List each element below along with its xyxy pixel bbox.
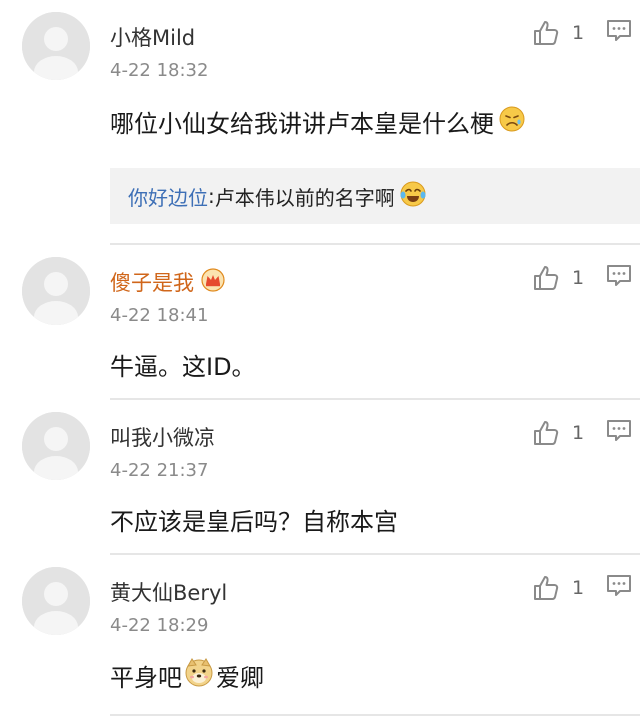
reply-box[interactable]: 你好边位: 卢本伟以前的名字啊 bbox=[110, 168, 640, 224]
avatar[interactable] bbox=[22, 412, 90, 480]
comment-text: 平身吧 爱卿 bbox=[110, 657, 264, 693]
comment-text: 牛逼。这ID。 bbox=[110, 353, 256, 381]
default-avatar-icon bbox=[22, 257, 90, 325]
reply-separator: : bbox=[208, 184, 215, 208]
default-avatar-icon bbox=[22, 567, 90, 635]
comment-actions: 1 bbox=[532, 573, 640, 603]
comment-item: 小格Mild 4-22 18:32 1 哪位小仙女给我讲讲卢本皇是什么梗 你好边… bbox=[0, 0, 640, 245]
sad-face-emoji bbox=[498, 105, 526, 139]
comment-actions: 1 bbox=[532, 263, 640, 293]
avatar[interactable] bbox=[22, 567, 90, 635]
doge-emoji bbox=[184, 657, 214, 693]
crown-badge-icon bbox=[200, 267, 226, 297]
comment-actions: 1 bbox=[532, 18, 640, 48]
thumbs-up-icon bbox=[534, 266, 559, 290]
reply-button[interactable] bbox=[606, 263, 632, 293]
comment-timestamp: 4-22 18:32 bbox=[110, 60, 209, 81]
comment-text: 哪位小仙女给我讲讲卢本皇是什么梗 bbox=[110, 104, 526, 139]
comment-username[interactable]: 黄大仙Beryl bbox=[110, 577, 227, 607]
like-button[interactable]: 1 bbox=[532, 264, 592, 292]
like-count: 1 bbox=[572, 577, 585, 599]
comment-timestamp: 4-22 21:37 bbox=[110, 460, 209, 481]
like-count: 1 bbox=[572, 422, 585, 444]
default-avatar-icon bbox=[22, 12, 90, 80]
comment-actions: 1 bbox=[532, 418, 640, 448]
reply-button[interactable] bbox=[606, 418, 632, 448]
comment-item: 叫我小微凉 4-22 21:37 1 不应该是皇后吗？自称本宫 bbox=[0, 400, 640, 555]
reply-button[interactable] bbox=[606, 573, 632, 603]
laughing-tears-emoji bbox=[399, 180, 427, 213]
comment-bubble-icon bbox=[607, 420, 631, 441]
default-avatar-icon bbox=[22, 412, 90, 480]
comment-timestamp: 4-22 18:29 bbox=[110, 615, 209, 636]
like-button[interactable]: 1 bbox=[532, 419, 592, 447]
avatar[interactable] bbox=[22, 257, 90, 325]
thumbs-up-icon bbox=[534, 21, 559, 45]
comment-bubble-icon bbox=[607, 265, 631, 286]
comment-item: 傻子是我 4-22 18:41 1 牛逼。这ID。 bbox=[0, 245, 640, 400]
avatar[interactable] bbox=[22, 12, 90, 80]
comment-bubble-icon bbox=[607, 575, 631, 596]
like-count: 1 bbox=[572, 22, 585, 44]
comment-username[interactable]: 小格Mild bbox=[110, 22, 195, 52]
thumbs-up-icon bbox=[534, 576, 559, 600]
thumbs-up-icon bbox=[534, 421, 559, 445]
reply-text: 卢本伟以前的名字啊 bbox=[214, 185, 395, 210]
comment-timestamp: 4-22 18:41 bbox=[110, 305, 209, 326]
comment-item: 黄大仙Beryl 4-22 18:29 1 平身吧 爱卿 bbox=[0, 555, 640, 716]
comment-list: 小格Mild 4-22 18:32 1 哪位小仙女给我讲讲卢本皇是什么梗 你好边… bbox=[0, 0, 640, 716]
comment-username[interactable]: 叫我小微凉 bbox=[110, 422, 215, 452]
like-count: 1 bbox=[572, 267, 585, 289]
comment-text: 不应该是皇后吗？自称本宫 bbox=[110, 508, 398, 536]
like-button[interactable]: 1 bbox=[532, 574, 592, 602]
reply-button[interactable] bbox=[606, 18, 632, 48]
comment-username[interactable]: 傻子是我 bbox=[110, 267, 226, 297]
reply-username[interactable]: 你好边位 bbox=[128, 182, 208, 211]
comment-bubble-icon bbox=[607, 20, 631, 41]
like-button[interactable]: 1 bbox=[532, 19, 592, 47]
